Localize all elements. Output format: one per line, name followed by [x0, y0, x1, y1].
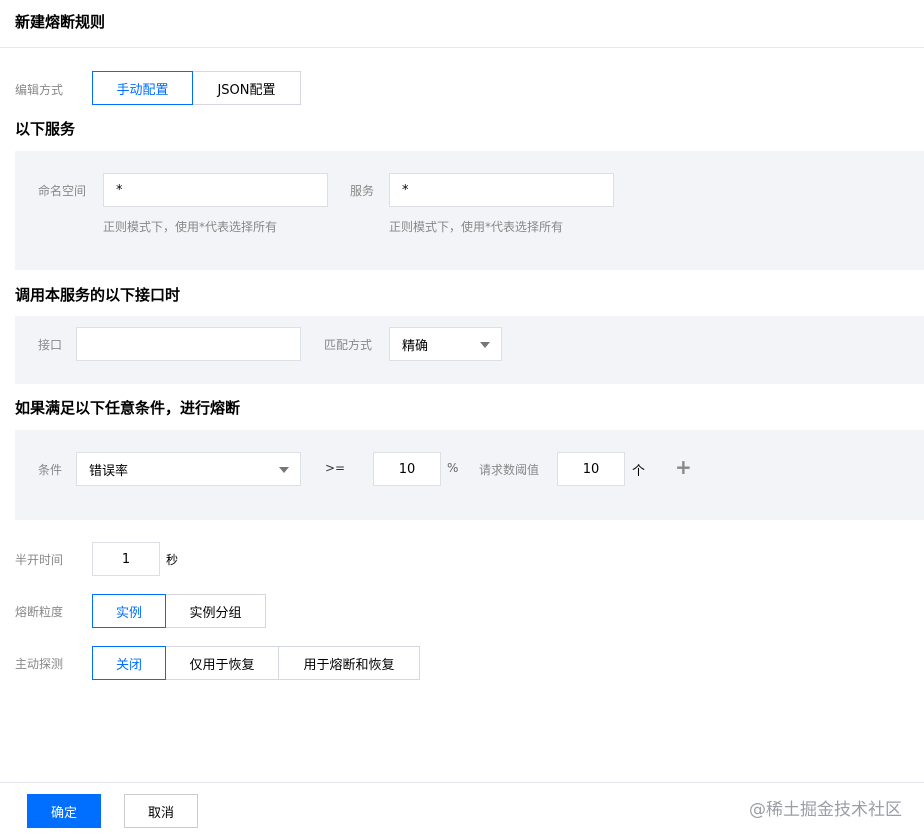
service-hint: 正则模式下，使用*代表选择所有 — [389, 220, 564, 234]
match-mode-label: 匹配方式 — [324, 338, 373, 352]
namespace-hint: 正则模式下，使用*代表选择所有 — [103, 220, 278, 234]
page-title: 新建熔断规则 — [15, 13, 106, 31]
min-requests-label: 请求数阈值 — [479, 463, 540, 477]
chevron-down-icon — [480, 342, 490, 348]
active-probe-break-recovery-button[interactable]: 用于熔断和恢复 — [278, 646, 420, 680]
match-mode-select[interactable]: 精确 — [389, 327, 502, 361]
active-probe-label: 主动探测 — [15, 657, 64, 671]
service-label: 服务 — [350, 184, 375, 198]
condition-operator: >= — [325, 461, 346, 475]
dialog-header: 新建熔断规则 — [0, 0, 924, 48]
edit-mode-manual-button[interactable]: 手动配置 — [92, 71, 193, 105]
granularity-instance-group-button[interactable]: 实例分组 — [165, 594, 266, 628]
namespace-label: 命名空间 — [38, 184, 87, 198]
threshold-unit: % — [447, 461, 459, 475]
condition-label: 条件 — [38, 463, 63, 477]
service-input[interactable]: * — [389, 173, 614, 207]
watermark: @稀土掘金技术社区 — [749, 800, 902, 820]
section-service-title: 以下服务 — [15, 120, 76, 138]
chevron-down-icon — [279, 467, 289, 473]
condition-metric-select[interactable]: 错误率 — [76, 452, 301, 486]
interface-label: 接口 — [38, 338, 63, 352]
dialog-footer: 确定 取消 @稀土掘金技术社区 — [0, 782, 924, 836]
match-mode-value: 精确 — [402, 338, 429, 354]
granularity-label: 熔断粒度 — [15, 605, 64, 619]
half-open-unit: 秒 — [166, 553, 179, 567]
half-open-input[interactable]: 1 — [92, 542, 160, 576]
granularity-instance-button[interactable]: 实例 — [92, 594, 166, 628]
threshold-input[interactable]: 10 — [373, 452, 441, 486]
add-condition-icon[interactable]: + — [675, 457, 692, 477]
namespace-input[interactable]: * — [103, 173, 328, 207]
min-requests-input[interactable]: 10 — [557, 452, 625, 486]
service-panel — [15, 151, 924, 270]
section-condition-title: 如果满足以下任意条件，进行熔断 — [15, 399, 241, 417]
edit-mode-json-button[interactable]: JSON配置 — [192, 71, 301, 105]
section-interface-title: 调用本服务的以下接口时 — [15, 286, 181, 304]
min-requests-unit: 个 — [632, 464, 646, 479]
interface-input[interactable] — [76, 327, 301, 361]
edit-mode-toggle: 手动配置 JSON配置 — [92, 71, 301, 105]
granularity-toggle: 实例 实例分组 — [92, 594, 266, 628]
active-probe-recovery-button[interactable]: 仅用于恢复 — [165, 646, 279, 680]
active-probe-toggle: 关闭 仅用于恢复 用于熔断和恢复 — [92, 646, 420, 680]
confirm-button[interactable]: 确定 — [27, 794, 101, 828]
cancel-button[interactable]: 取消 — [124, 794, 198, 828]
edit-mode-label: 编辑方式 — [15, 83, 64, 97]
condition-metric-value: 错误率 — [89, 463, 129, 479]
active-probe-off-button[interactable]: 关闭 — [92, 646, 166, 680]
half-open-label: 半开时间 — [15, 553, 64, 567]
